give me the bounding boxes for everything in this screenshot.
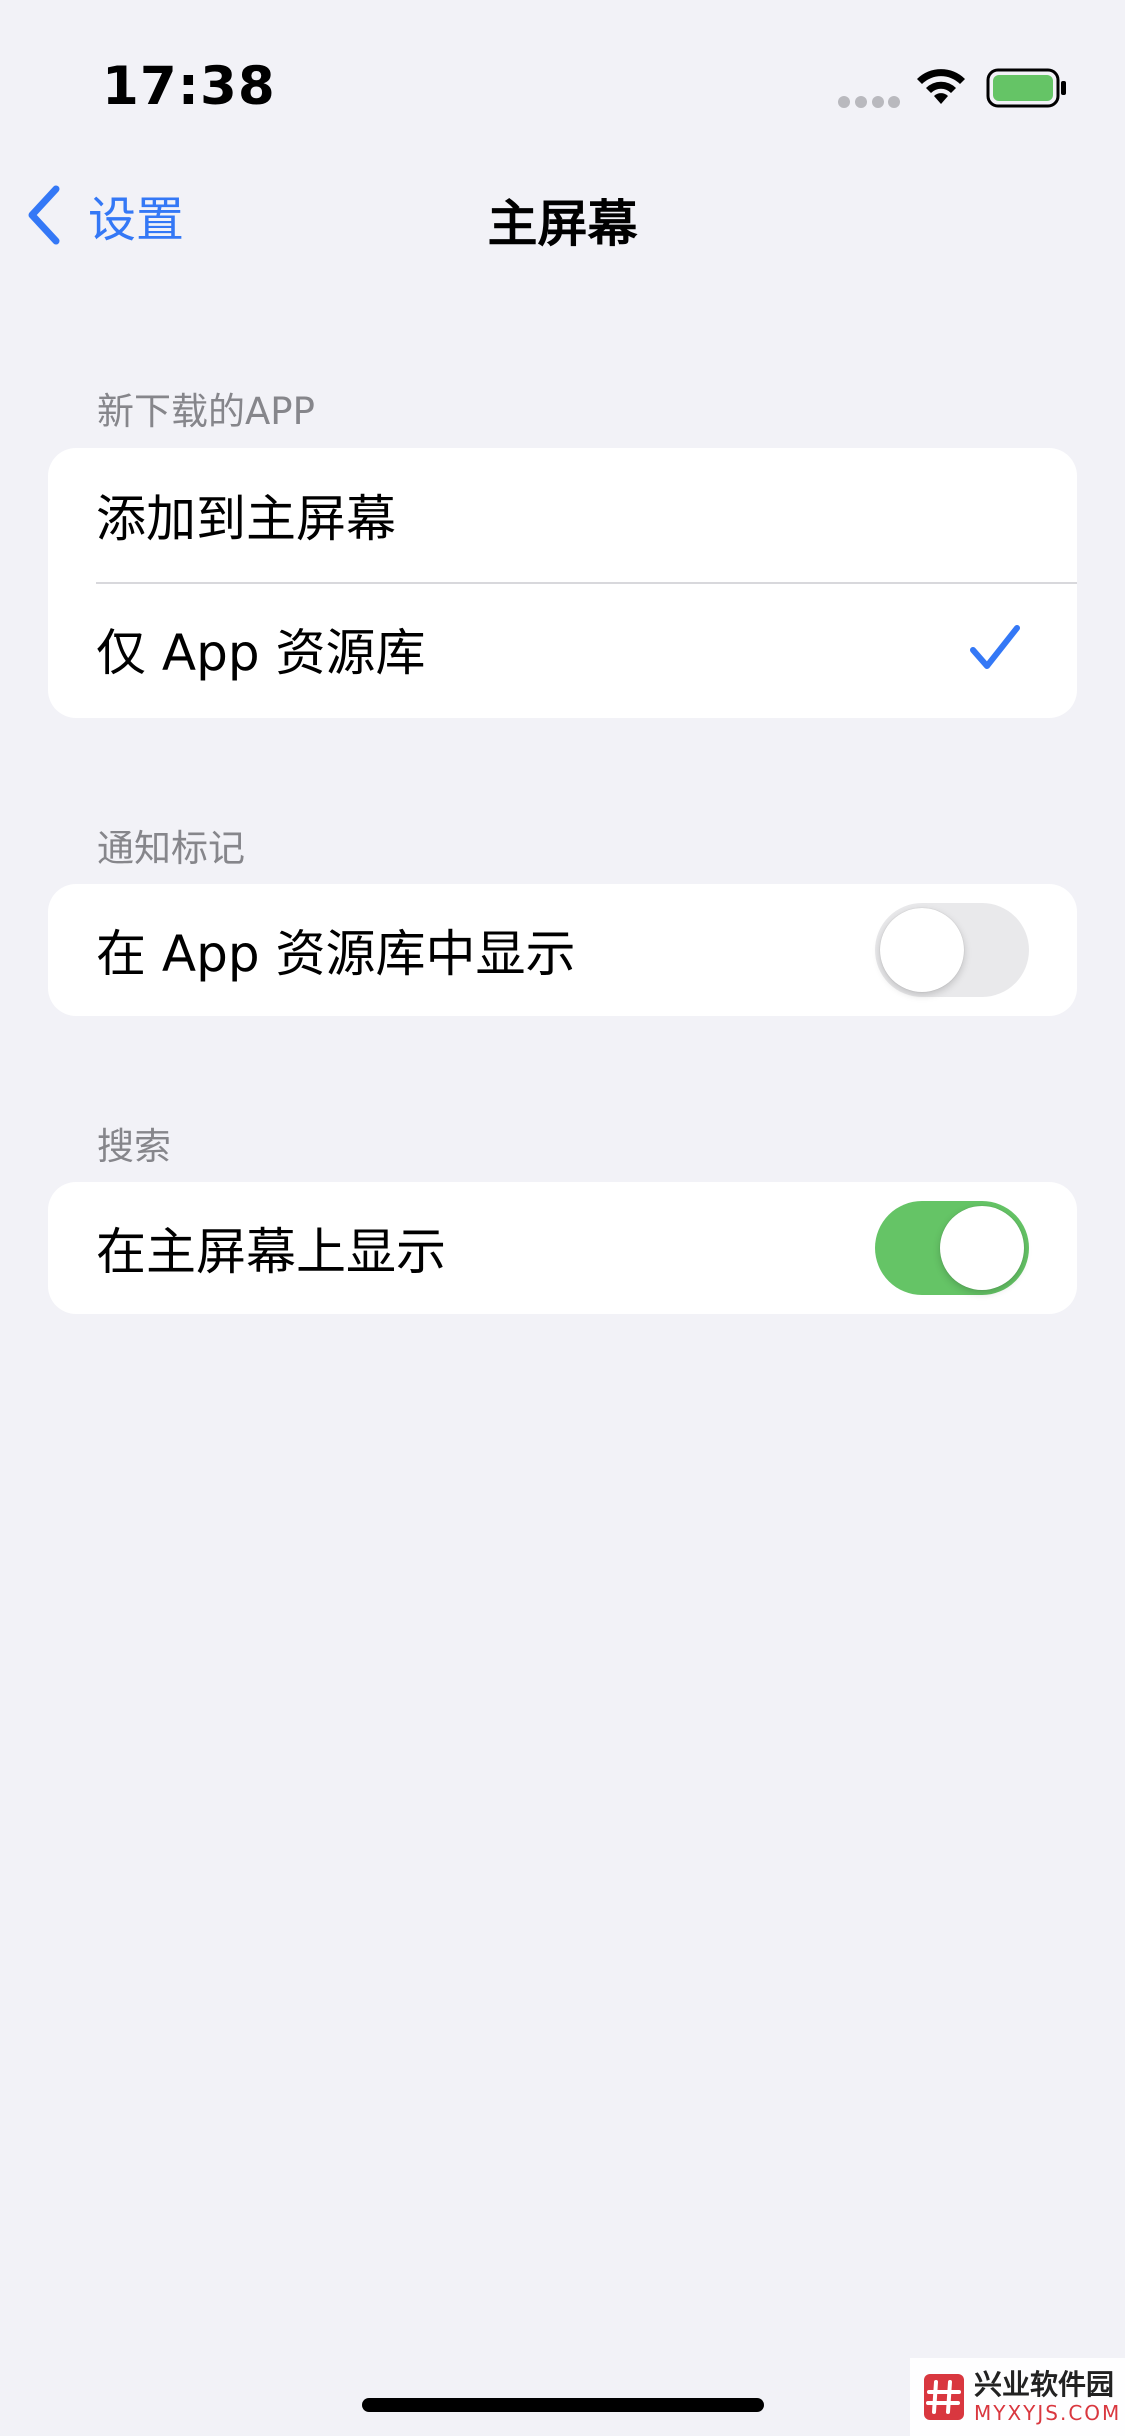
show-on-home-screen-toggle[interactable]	[875, 1201, 1029, 1295]
status-bar: 17:38	[0, 0, 1125, 150]
show-in-app-library-toggle[interactable]	[875, 903, 1029, 997]
home-indicator[interactable]	[362, 2398, 764, 2412]
watermark-name: 兴业软件园	[974, 2368, 1115, 2401]
show-on-home-screen-row: 在主屏幕上显示	[48, 1182, 1077, 1314]
screen: 17:38 设置 主屏幕 新下载的APP 添加到主屏幕 仅 App 资源库 通知…	[0, 0, 1125, 2436]
section-header-new-downloads: 新下载的APP	[97, 390, 315, 433]
new-downloads-group: 添加到主屏幕 仅 App 资源库	[48, 448, 1077, 718]
watermark-text: 兴业软件园 MYXYJS.COM	[974, 2368, 1122, 2425]
watermark-url: MYXYJS.COM	[974, 2401, 1122, 2425]
watermark: 兴业软件园 MYXYJS.COM	[910, 2358, 1125, 2436]
option-label: 添加到主屏幕	[96, 490, 396, 548]
section-header-notification-badges: 通知标记	[97, 827, 245, 870]
toggle-knob	[940, 1206, 1024, 1290]
status-time: 17:38	[102, 56, 276, 117]
battery-icon	[986, 68, 1066, 108]
wifi-icon	[917, 69, 965, 104]
navigation-bar: 设置 主屏幕	[0, 160, 1125, 270]
checkmark-icon	[970, 625, 1020, 669]
watermark-logo-icon	[924, 2374, 964, 2420]
search-group: 在主屏幕上显示	[48, 1182, 1077, 1314]
notification-badges-group: 在 App 资源库中显示	[48, 884, 1077, 1016]
show-in-app-library-row: 在 App 资源库中显示	[48, 884, 1077, 1016]
option-add-to-home-screen[interactable]: 添加到主屏幕	[48, 448, 1077, 584]
signal-dots-icon	[838, 96, 900, 110]
row-label: 在主屏幕上显示	[96, 1223, 446, 1281]
section-header-search: 搜索	[97, 1125, 171, 1168]
option-label: 仅 App 资源库	[96, 624, 426, 682]
toggle-knob	[880, 908, 964, 992]
page-title: 主屏幕	[487, 195, 638, 253]
option-app-library-only[interactable]: 仅 App 资源库	[48, 582, 1077, 716]
row-label: 在 App 资源库中显示	[96, 925, 576, 983]
